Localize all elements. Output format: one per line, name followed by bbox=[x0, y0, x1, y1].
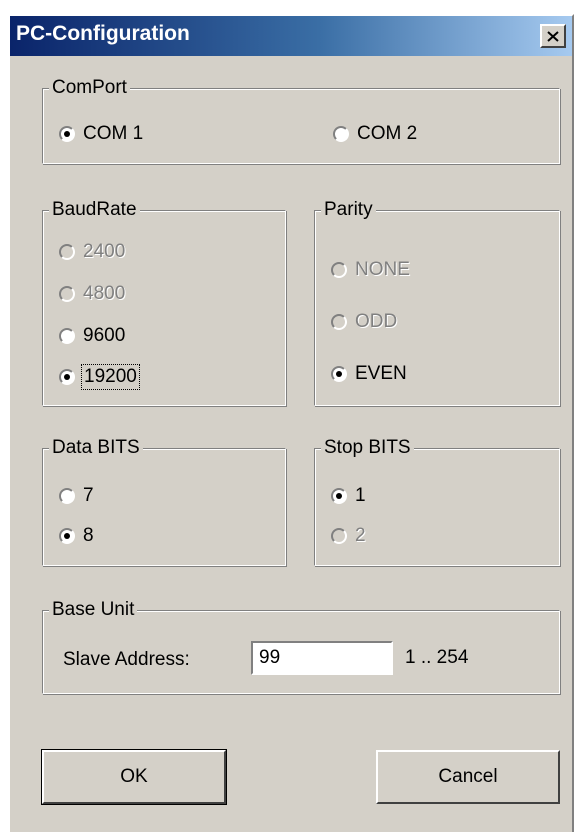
databits-legend: Data BITS bbox=[49, 436, 143, 460]
radio-button-icon bbox=[333, 126, 349, 142]
radio-parity-odd[interactable]: ODD bbox=[331, 311, 397, 333]
databits-group: Data BITS 7 8 bbox=[42, 436, 286, 566]
radio-button-icon bbox=[59, 328, 75, 344]
radio-baud-19200[interactable]: 19200 bbox=[59, 364, 140, 390]
radio-label: EVEN bbox=[355, 363, 407, 384]
stopbits-legend: Stop BITS bbox=[321, 436, 414, 460]
comport-legend: ComPort bbox=[49, 76, 130, 100]
radio-databits-8[interactable]: 8 bbox=[59, 525, 94, 547]
radio-label: ODD bbox=[355, 311, 398, 332]
radio-com1[interactable]: COM 1 bbox=[59, 123, 143, 145]
parity-group: Parity NONE ODD EVEN bbox=[314, 198, 560, 406]
comport-group: ComPort COM 1 COM 2 bbox=[42, 76, 560, 164]
radio-button-icon bbox=[59, 369, 75, 385]
radio-stopbits-2[interactable]: 2 bbox=[331, 525, 366, 547]
radio-button-icon bbox=[59, 528, 75, 544]
baudrate-group: BaudRate 2400 4800 9600 19200 bbox=[42, 198, 286, 406]
radio-baud-4800[interactable]: 4800 bbox=[59, 283, 125, 305]
title-bar[interactable]: PC-Configuration bbox=[10, 16, 572, 56]
baseunit-group: Base Unit Slave Address: 1 .. 254 bbox=[42, 598, 560, 694]
radio-stopbits-1[interactable]: 1 bbox=[331, 485, 366, 507]
radio-parity-even[interactable]: EVEN bbox=[331, 363, 407, 385]
radio-databits-7[interactable]: 7 bbox=[59, 485, 94, 507]
radio-label: 9600 bbox=[83, 325, 126, 346]
radio-label: 2 bbox=[355, 525, 366, 546]
slave-address-range: 1 .. 254 bbox=[405, 647, 469, 668]
radio-label: COM 2 bbox=[357, 123, 418, 144]
radio-label: 2400 bbox=[83, 241, 126, 262]
radio-button-icon bbox=[59, 244, 75, 260]
stopbits-group: Stop BITS 1 2 bbox=[314, 436, 560, 566]
radio-label: 19200 bbox=[81, 364, 140, 390]
radio-label: 7 bbox=[83, 485, 94, 506]
radio-button-icon bbox=[331, 262, 347, 278]
radio-label: 1 bbox=[355, 485, 366, 506]
ok-button[interactable]: OK bbox=[41, 749, 227, 805]
radio-com2[interactable]: COM 2 bbox=[333, 123, 417, 145]
radio-baud-9600[interactable]: 9600 bbox=[59, 325, 125, 347]
radio-label: 8 bbox=[83, 525, 94, 546]
close-button[interactable] bbox=[540, 24, 566, 48]
radio-baud-2400[interactable]: 2400 bbox=[59, 241, 125, 263]
slave-address-label: Slave Address: bbox=[63, 649, 190, 670]
radio-button-icon bbox=[331, 314, 347, 330]
baseunit-legend: Base Unit bbox=[49, 598, 138, 622]
slave-address-input[interactable] bbox=[251, 641, 393, 675]
radio-button-icon bbox=[59, 286, 75, 302]
radio-parity-none[interactable]: NONE bbox=[331, 259, 410, 281]
radio-label: 4800 bbox=[83, 283, 126, 304]
parity-legend: Parity bbox=[321, 198, 376, 222]
cancel-button[interactable]: Cancel bbox=[376, 750, 560, 804]
radio-label: NONE bbox=[355, 259, 410, 280]
close-icon bbox=[547, 30, 559, 42]
radio-button-icon bbox=[331, 366, 347, 382]
pc-configuration-dialog: PC-Configuration ComPort COM 1 COM 2 Bau… bbox=[8, 14, 574, 832]
radio-button-icon bbox=[59, 126, 75, 142]
radio-label: COM 1 bbox=[83, 123, 144, 144]
radio-button-icon bbox=[331, 528, 347, 544]
radio-button-icon bbox=[331, 488, 347, 504]
baudrate-legend: BaudRate bbox=[49, 198, 140, 222]
radio-button-icon bbox=[59, 488, 75, 504]
window-title: PC-Configuration bbox=[16, 22, 190, 45]
